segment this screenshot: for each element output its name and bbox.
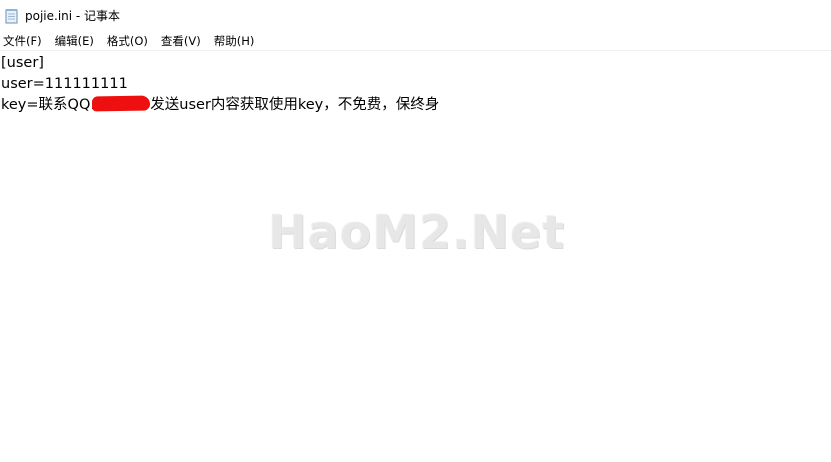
text-editor-area[interactable]: [user] user=111111111 key=联系QQ: 发送user内容获… (0, 52, 831, 462)
redaction-mark (92, 95, 151, 112)
notepad-window: pojie.ini - 记事本 文件(F) 编辑(E) 格式(O) 查看(V) … (0, 0, 831, 462)
window-title: pojie.ini - 记事本 (25, 9, 121, 23)
menu-edit[interactable]: 编辑(E) (51, 33, 98, 49)
notepad-icon (5, 8, 19, 24)
menu-bar: 文件(F) 编辑(E) 格式(O) 查看(V) 帮助(H) (0, 31, 831, 51)
menu-help[interactable]: 帮助(H) (210, 33, 259, 49)
key-line-suffix: 发送user内容获取使用key，不免费，保终身 (150, 97, 440, 113)
title-bar: pojie.ini - 记事本 (0, 0, 831, 31)
editor-line-key: key=联系QQ: 发送user内容获取使用key，不免费，保终身 (0, 95, 831, 116)
menu-file[interactable]: 文件(F) (0, 33, 46, 49)
editor-line: [user] (1, 55, 44, 71)
key-line-prefix: key=联系QQ: (1, 97, 96, 113)
menu-view[interactable]: 查看(V) (157, 33, 205, 49)
editor-line: user=111111111 (1, 76, 128, 92)
menu-format[interactable]: 格式(O) (103, 33, 152, 49)
